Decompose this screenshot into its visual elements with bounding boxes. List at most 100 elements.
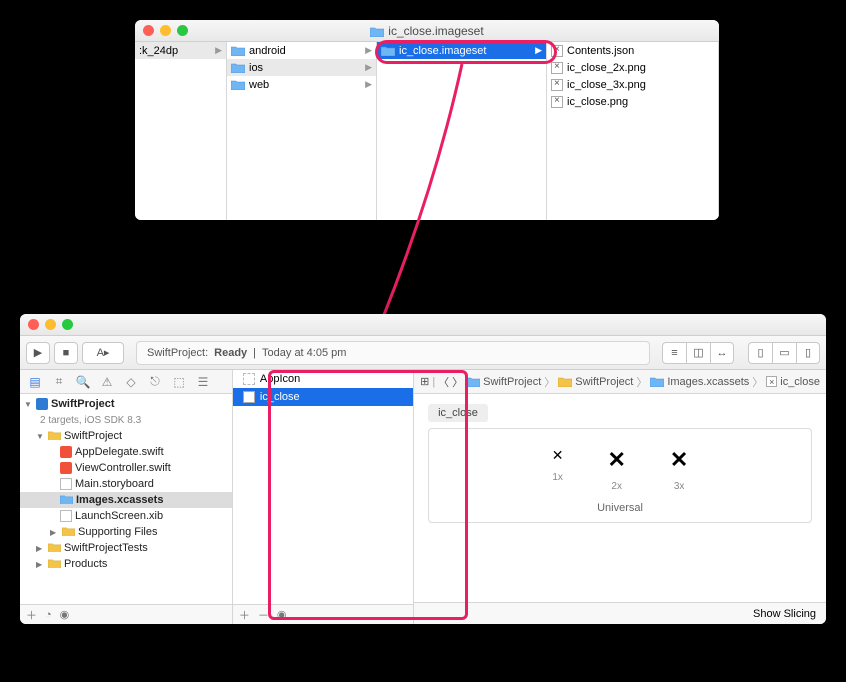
minimize-window-button[interactable] [45,319,56,330]
scale-label: 3x [670,481,688,492]
asset-outline: AppIcon ×ic_close ＋ － ◉ [233,370,414,624]
finder-col-2[interactable]: ic_close.imageset ▶ [377,42,547,220]
tree-file[interactable]: Main.storyboard [20,476,232,492]
finder-file[interactable]: ic_close.png [547,93,718,110]
toggle-utilities-button[interactable]: ▯ [796,342,820,364]
finder-col-3[interactable]: Contents.json ic_close_2x.png ic_close_3… [547,42,719,220]
finder-col-0[interactable]: :k_24dp ▶ [135,42,227,220]
scheme-selector[interactable]: A▸ [82,342,124,364]
scale-3x[interactable]: ✕3x [670,447,688,492]
asset-list[interactable]: AppIcon ×ic_close [233,370,413,604]
remove-asset-button[interactable]: － [258,607,269,623]
disclosure-icon[interactable]: ▶ [36,560,45,569]
toggle-debug-button[interactable]: ▭ [772,342,796,364]
item-label: ic_close.png [567,96,628,108]
project-tree[interactable]: ▼ SwiftProject 2 targets, iOS SDK 8.3 ▼ Sw… [20,394,232,604]
finder-item-ios[interactable]: ios ▶ [227,59,376,76]
finder-col-1[interactable]: android ▶ ios ▶ web ▶ [227,42,377,220]
item-label: ic_close_2x.png [567,62,646,74]
finder-item-android[interactable]: android ▶ [227,42,376,59]
tree-label: SwiftProject [51,398,115,410]
disclosure-icon[interactable]: ▶ [36,544,45,553]
tree-file-xcassets[interactable]: Images.xcassets [20,492,232,508]
asset-icclose[interactable]: ×ic_close [233,388,413,406]
zoom-window-button[interactable] [62,319,73,330]
tree-file[interactable]: ViewController.swift [20,460,232,476]
folder-icon [231,46,245,56]
filter-scm-icon[interactable]: ◉ [60,608,70,621]
debug-navigator-tab[interactable]: ⎋ [144,374,166,389]
jumpbar-item[interactable]: SwiftProject [575,376,633,388]
tree-group[interactable]: ▶Products [20,556,232,572]
finder-titlebar[interactable]: ic_close.imageset [135,20,719,42]
issue-navigator-tab[interactable]: ⚠ [96,375,118,389]
status-sep: | [253,347,256,359]
add-asset-button[interactable]: ＋ [239,607,250,623]
stop-button[interactable]: ■ [54,342,78,364]
tree-project-root[interactable]: ▼ SwiftProject [20,396,232,412]
finder-file[interactable]: ic_close_2x.png [547,59,718,76]
disclosure-arrow-icon: ▶ [215,45,222,56]
toggle-navigator-button[interactable]: ▯ [748,342,772,364]
asset-appicon[interactable]: AppIcon [233,370,413,388]
run-button[interactable]: ▶ [26,342,50,364]
add-button[interactable]: ＋ [26,607,37,623]
close-window-button[interactable] [28,319,39,330]
assistant-editor-button[interactable]: ◫ [686,342,710,364]
symbol-navigator-tab[interactable]: ⌗ [48,374,70,389]
filter-recent-icon[interactable]: ◔ [45,609,52,621]
activity-status: SwiftProject: Ready | Today at 4:05 pm [136,341,650,365]
tree-subtitle: 2 targets, iOS SDK 8.3 [20,412,232,428]
filter-icon[interactable]: ◉ [277,608,287,621]
asset-editor: ⊞ | 〈 〉 SwiftProject〉 SwiftProject〉 Imag… [414,370,826,624]
editor-bottombar: Show Slicing [414,602,826,624]
asset-preview: ic_close ✕1x ✕2x ✕3x Universal [414,394,826,602]
appicon-icon [243,373,255,385]
jump-bar[interactable]: ⊞ | 〈 〉 SwiftProject〉 SwiftProject〉 Imag… [414,370,826,394]
report-navigator-tab[interactable]: ☰ [192,375,214,389]
jumpbar-item[interactable]: SwiftProject [483,376,541,388]
jumpbar-forward-button[interactable]: 〉 [452,374,463,390]
x-icon: ✕ [607,447,625,473]
file-icon [551,62,563,74]
folder-icon [62,527,75,537]
find-navigator-tab[interactable]: 🔍 [72,375,94,389]
xcode-titlebar[interactable] [20,314,826,336]
asset-bottombar: ＋ － ◉ [233,604,413,624]
scale-2x[interactable]: ✕2x [607,447,625,492]
tree-group[interactable]: ▼ SwiftProject [20,428,232,444]
tree-file[interactable]: LaunchScreen.xib [20,508,232,524]
standard-editor-button[interactable]: ≡ [662,342,686,364]
disclosure-icon[interactable]: ▼ [36,432,45,441]
editor-mode-segment: ≡ ◫ ↔ [662,342,734,364]
panel-toggle-segment: ▯ ▭ ▯ [748,342,820,364]
finder-item-web[interactable]: web ▶ [227,76,376,93]
finder-columns: :k_24dp ▶ android ▶ ios ▶ web ▶ [135,42,719,220]
jumpbar-back-button[interactable]: 〈 [438,374,449,390]
xib-icon [60,510,72,522]
scale-1x[interactable]: ✕1x [552,447,564,492]
tree-label: SwiftProject [64,430,122,442]
swift-icon [60,446,72,458]
disclosure-icon[interactable]: ▼ [24,400,33,409]
breakpoint-navigator-tab[interactable]: ⬚ [168,375,190,389]
project-navigator-tab[interactable]: ▤ [24,375,46,389]
test-navigator-tab[interactable]: ◇ [120,375,142,389]
jumpbar-sep: | [432,376,435,388]
jumpbar-item[interactable]: ic_close [780,376,820,388]
finder-item-imageset[interactable]: ic_close.imageset ▶ [377,42,546,59]
finder-file[interactable]: Contents.json [547,42,718,59]
tree-file[interactable]: AppDelegate.swift [20,444,232,460]
jumpbar-item[interactable]: Images.xcassets [667,376,749,388]
asset-card: ✕1x ✕2x ✕3x Universal [428,428,812,523]
tree-group[interactable]: ▶SwiftProjectTests [20,540,232,556]
tree-group[interactable]: ▶ Supporting Files [20,524,232,540]
tree-label: ViewController.swift [75,462,171,474]
finder-item[interactable]: :k_24dp ▶ [135,42,226,59]
finder-file[interactable]: ic_close_3x.png [547,76,718,93]
version-editor-button[interactable]: ↔ [710,342,734,364]
jumpbar-grid-icon[interactable]: ⊞ [420,375,429,388]
show-slicing-button[interactable]: Show Slicing [753,608,816,620]
disclosure-icon[interactable]: ▶ [50,528,59,537]
tree-label: Supporting Files [78,526,158,538]
